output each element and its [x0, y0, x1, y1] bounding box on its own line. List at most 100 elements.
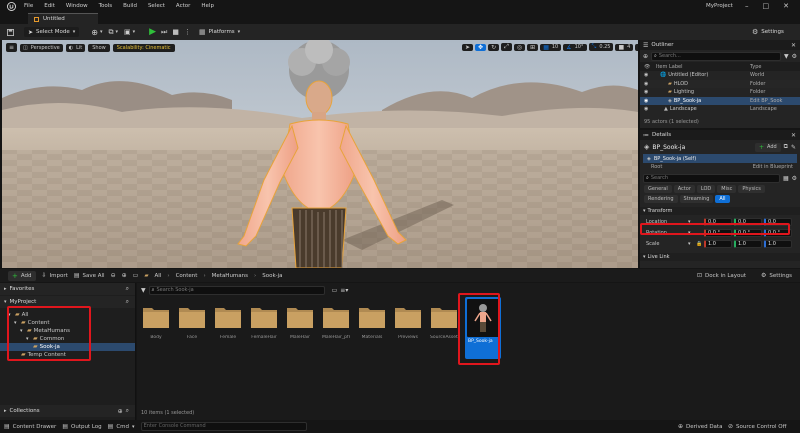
chevron-down-icon[interactable]: ▾ — [14, 319, 19, 327]
filter-streaming[interactable]: Streaming — [679, 195, 714, 203]
world-space-icon[interactable]: ◎ — [513, 43, 526, 51]
filter-general[interactable]: General — [644, 185, 672, 193]
gear-icon[interactable]: ⚙ — [792, 53, 797, 60]
select-mode-dropdown[interactable]: ➤ Select Mode ▾ — [24, 27, 80, 37]
menu-select[interactable]: Select — [148, 3, 165, 9]
location-z[interactable]: 0.0 — [764, 218, 792, 226]
menu-build[interactable]: Build — [123, 3, 137, 9]
gear-icon[interactable]: ⚙ — [792, 175, 797, 182]
tree-item[interactable]: ▾ ▰ All — [0, 311, 135, 319]
col-item-label[interactable]: Item Label — [656, 64, 750, 70]
toolbar-settings-button[interactable]: ⚙ Settings — [752, 28, 784, 36]
breadcrumb-item[interactable]: Content — [176, 273, 198, 279]
add-collection-icon[interactable]: ⊕ — [118, 408, 123, 415]
tree-item[interactable]: ▾ ▰ Common — [0, 335, 135, 343]
chevron-down-icon[interactable]: ▾ — [133, 29, 136, 35]
menu-window[interactable]: Window — [66, 3, 88, 9]
forward-icon[interactable]: ⊕ — [122, 272, 127, 279]
close-icon[interactable]: ✕ — [791, 42, 796, 49]
surface-snap-icon[interactable]: ⊞ — [527, 43, 539, 51]
location-label[interactable]: Location — [646, 219, 686, 225]
blueprint-icon[interactable]: ⧉ — [108, 28, 113, 37]
scale-y[interactable]: 1.0 — [734, 240, 762, 248]
content-settings-button[interactable]: ⚙ Settings — [761, 272, 792, 279]
collections-label[interactable]: Collections — [10, 408, 40, 414]
chevron-down-icon[interactable]: ▾ — [688, 219, 694, 225]
show-button[interactable]: Show — [88, 43, 110, 52]
edit-blueprint-icon[interactable]: ✎ — [791, 144, 796, 151]
unreal-logo-icon[interactable] — [4, 0, 18, 12]
search-icon[interactable]: ⌕ — [126, 285, 129, 293]
favorites-label[interactable]: Favorites — [10, 286, 35, 292]
visibility-icon[interactable]: ◉ — [644, 105, 656, 114]
output-log-button[interactable]: ▤ Output Log — [62, 423, 101, 430]
property-matrix-icon[interactable]: ▦ — [783, 175, 789, 182]
filter-icon[interactable]: ≡▾ — [340, 287, 348, 294]
rotation-label[interactable]: Rotation — [646, 230, 686, 236]
asset-folder[interactable]: FemaleHair — [250, 305, 278, 340]
rotation-y[interactable]: 0.0 ° — [734, 229, 762, 237]
save-all-button[interactable]: ▤ Save All — [74, 272, 105, 279]
asset-folder[interactable]: Previews — [394, 305, 422, 340]
outliner-row[interactable]: ◉ ▲ Landscape Landscape — [640, 105, 800, 114]
save-search-icon[interactable]: ▭ — [332, 287, 338, 294]
menu-file[interactable]: File — [24, 3, 33, 9]
chevron-down-icon[interactable]: ▾ — [8, 311, 13, 319]
filter-misc[interactable]: Misc — [717, 185, 737, 193]
asset-search-input[interactable]: ⌕ Search Sook-ja — [148, 285, 325, 295]
chevron-down-icon[interactable]: ▾ — [26, 335, 31, 343]
asset-folder[interactable]: SourceAssets — [430, 305, 458, 340]
menu-tools[interactable]: Tools — [99, 3, 113, 9]
translate-tool-icon[interactable]: ✥ — [475, 43, 487, 51]
console-input[interactable]: Enter Console Command — [140, 422, 307, 431]
level-viewport[interactable]: ≡ ◫ Perspective ◐ Lit Show Scalability: Ci… — [2, 40, 638, 268]
dock-in-layout-button[interactable]: ⊡ Dock in Layout — [697, 272, 746, 279]
outliner-search-input[interactable]: ⌕ Search... — [651, 51, 781, 61]
play-icon[interactable]: ▶ — [149, 27, 156, 37]
scalability-warning[interactable]: Scalability: Cinematic — [112, 43, 175, 52]
perspective-button[interactable]: ◫ Perspective — [20, 43, 63, 52]
outliner-row[interactable]: ◉ ▰ Lighting Folder — [640, 88, 800, 97]
add-actor-icon[interactable]: ⊕ — [643, 53, 648, 60]
scale-snap-button[interactable]: ⤡ 0.25 — [588, 43, 614, 51]
maximize-icon[interactable]: □ — [763, 2, 770, 10]
asset-folder[interactable]: MaleHair — [286, 305, 314, 340]
location-x[interactable]: 0.0 — [704, 218, 732, 226]
select-tool-icon[interactable]: ➤ — [462, 43, 474, 51]
selected-asset-tile[interactable]: BP_Sook-ja — [465, 297, 501, 359]
col-type[interactable]: Type — [750, 64, 761, 70]
visibility-icon[interactable]: ◉ — [644, 97, 656, 106]
asset-folder[interactable]: Female — [214, 305, 242, 340]
outliner-row[interactable]: ◉ ◈ BP_Sook-ja Edit BP_Sook — [640, 96, 800, 106]
breadcrumb-item[interactable]: MetaHumans — [212, 273, 248, 279]
search-icon[interactable]: ⌕ — [126, 407, 129, 415]
filter-actor[interactable]: Actor — [673, 185, 695, 193]
tree-item[interactable]: ▰ Temp Content — [0, 351, 135, 359]
back-icon[interactable]: ⊖ — [111, 272, 116, 279]
location-y[interactable]: 0.0 — [734, 218, 762, 226]
breadcrumb-item[interactable]: All — [155, 273, 162, 279]
filter-icon[interactable]: ▼ — [784, 53, 789, 60]
visibility-icon[interactable]: ◉ — [644, 80, 656, 89]
cinematics-icon[interactable]: ▣ — [124, 28, 131, 36]
source-control-button[interactable]: ⊘ Source Control Off — [728, 423, 786, 430]
asset-folder[interactable]: Face — [178, 305, 206, 340]
rotate-tool-icon[interactable]: ↻ — [488, 43, 500, 51]
tree-item[interactable]: ▾ ▰ Content — [0, 319, 135, 327]
transform-section-header[interactable]: ▾ Transform — [640, 207, 800, 215]
import-button[interactable]: ⇩ Import — [42, 272, 68, 279]
lit-button[interactable]: ◐ Lit — [65, 43, 86, 52]
level-tab[interactable]: Untitled — [28, 13, 98, 24]
blueprint-icon[interactable]: ⧉ — [784, 143, 788, 151]
chevron-down-icon[interactable]: ▾ — [688, 230, 694, 236]
filter-physics[interactable]: Physics — [738, 185, 765, 193]
content-drawer-button[interactable]: ▤ Content Drawer — [4, 423, 56, 430]
derived-data-button[interactable]: ⊕ Derived Data — [678, 423, 722, 430]
save-icon[interactable] — [4, 28, 16, 36]
livelink-section-header[interactable]: ▾ Live Link — [640, 253, 800, 261]
stop-icon[interactable]: ■ — [172, 28, 179, 36]
search-icon[interactable]: ⌕ — [126, 298, 129, 306]
visibility-icon[interactable]: ◉ — [644, 71, 656, 80]
scale-label[interactable]: Scale — [646, 241, 686, 247]
filter-lod[interactable]: LOD — [696, 185, 716, 193]
